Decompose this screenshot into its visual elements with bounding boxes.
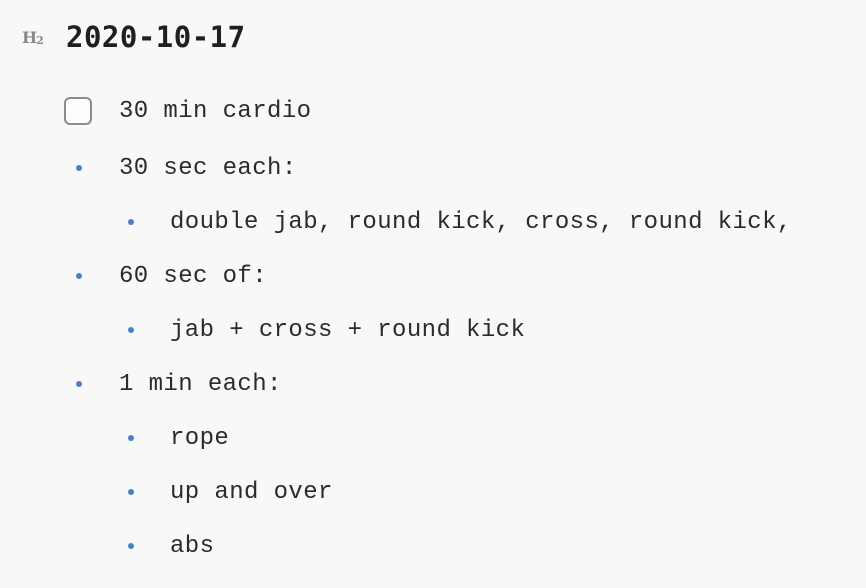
list-item: jab + cross + round kick [0, 314, 866, 346]
list-item-text[interactable]: jab + cross + round kick [170, 317, 525, 344]
list-item-text[interactable]: up and over [170, 479, 333, 506]
list-item: 60 sec of: [0, 260, 866, 292]
list-item-text[interactable]: 30 sec each: [119, 155, 297, 182]
list-item-text[interactable]: 1 min each: [119, 371, 282, 398]
bullet-icon[interactable] [128, 327, 134, 333]
list-item: 30 sec each: [0, 152, 866, 184]
list-item: double jab, round kick, cross, round kic… [0, 206, 866, 238]
bullet-icon[interactable] [76, 381, 82, 387]
bullet-icon[interactable] [128, 489, 134, 495]
todo-item-text[interactable]: 30 min cardio [119, 98, 311, 125]
list-item: rope [0, 422, 866, 454]
bullet-icon[interactable] [128, 543, 134, 549]
list-item-text[interactable]: double jab, round kick, cross, round kic… [170, 209, 792, 236]
list-item: 1 min each: [0, 368, 866, 400]
todo-item: 30 min cardio [0, 95, 866, 127]
list-item: abs [0, 530, 866, 562]
task-checkbox[interactable] [64, 97, 92, 125]
list-item-text[interactable]: 60 sec of: [119, 263, 267, 290]
list-item: up and over [0, 476, 866, 508]
heading: H2 2020-10-17 [22, 14, 246, 60]
bullet-icon[interactable] [76, 273, 82, 279]
list-item-text[interactable]: abs [170, 533, 214, 560]
bullet-icon[interactable] [76, 165, 82, 171]
bullet-icon[interactable] [128, 219, 134, 225]
page-title[interactable]: 2020-10-17 [66, 20, 246, 54]
bullet-icon[interactable] [128, 435, 134, 441]
heading-level-marker: H2 [22, 27, 44, 47]
list-item-text[interactable]: rope [170, 425, 229, 452]
